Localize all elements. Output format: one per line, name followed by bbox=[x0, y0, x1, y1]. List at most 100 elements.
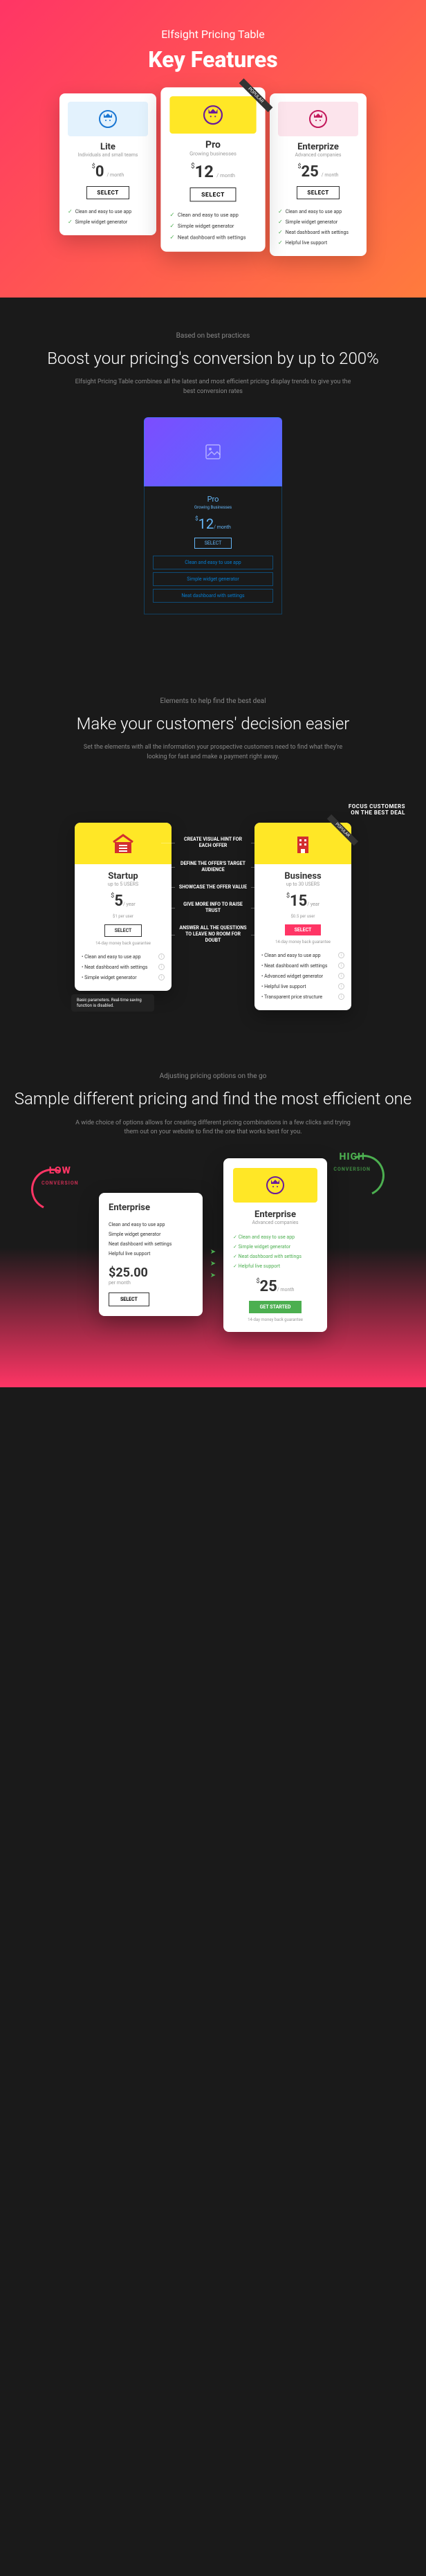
wireframe-feature: Clean and easy to use app bbox=[153, 556, 273, 569]
select-button[interactable]: SELECT bbox=[104, 924, 142, 937]
plan-icon-area bbox=[75, 823, 172, 864]
section-title: Sample different pricing and find the mo… bbox=[14, 1088, 412, 1110]
plan-name: Enterprise bbox=[109, 1203, 193, 1213]
feature-item: ✓Neat dashboard with settings bbox=[169, 232, 256, 243]
transition-arrows: ➤ ➤ ➤ bbox=[210, 1248, 216, 1279]
wireframe-feature: Simple widget generator bbox=[153, 572, 273, 586]
annotation: GIVE MORE INFO TO RAISE TRUST bbox=[178, 902, 248, 914]
check-icon: ✓ bbox=[68, 208, 73, 214]
check-icon: ✓ bbox=[278, 239, 283, 246]
feature-item: ✓Simple widget generator bbox=[169, 220, 256, 231]
king-icon bbox=[97, 108, 119, 130]
section-title: Make your customers' decision easier bbox=[21, 713, 405, 735]
check-icon: ✓ bbox=[169, 234, 174, 241]
plan-price: $25.00 bbox=[109, 1266, 193, 1280]
check-icon: ✓ bbox=[169, 223, 174, 230]
focus-hint-label: FOCUS CUSTOMERS ON THE BEST DEAL bbox=[21, 803, 405, 816]
feature-item: • Clean and easy to use appi bbox=[75, 951, 172, 962]
arrow-icon: ➤ bbox=[210, 1260, 216, 1268]
feature-item: Neat dashboard with settings bbox=[109, 1239, 193, 1249]
feature-item: Neat dashboard with settings bbox=[233, 1252, 317, 1261]
arrow-icon: ➤ bbox=[210, 1272, 216, 1279]
section-title: Boost your pricing's conversion by up to… bbox=[21, 348, 405, 369]
check-icon: ✓ bbox=[169, 211, 174, 218]
select-button[interactable]: SELECT bbox=[297, 186, 339, 199]
plan-subtitle: Advanced companies bbox=[278, 152, 358, 158]
hero-title: Key Features bbox=[14, 46, 412, 73]
feature-item: Clean and easy to use app bbox=[233, 1232, 317, 1242]
high-conversion-label: HIGHCONVERSION bbox=[333, 1151, 371, 1173]
wireframe-select-button: SELECT bbox=[194, 538, 232, 549]
info-icon[interactable]: i bbox=[338, 983, 344, 989]
check-icon: ✓ bbox=[278, 219, 283, 225]
plan-unit-price: $1 per user bbox=[75, 914, 172, 919]
plan-name: Enterprize bbox=[278, 142, 358, 152]
select-button[interactable]: SELECT bbox=[285, 924, 322, 935]
section-eyebrow: Based on best practices bbox=[21, 332, 405, 340]
high-conversion-card: Enterprise Advanced companies Clean and … bbox=[223, 1158, 327, 1332]
section-decision: Elements to help find the best deal Make… bbox=[0, 663, 426, 789]
plan-unit-price: $0.5 per user bbox=[254, 914, 351, 919]
info-icon[interactable]: i bbox=[338, 952, 344, 958]
plan-card-enterprize: Enterprize Advanced companies $25 / mont… bbox=[270, 93, 367, 256]
feature-item: • Advanced widget generatori bbox=[254, 971, 351, 981]
low-conversion-label: LOWCONVERSION bbox=[41, 1165, 79, 1187]
conversion-comparison: LOWCONVERSION HIGHCONVERSION Enterprise … bbox=[14, 1158, 412, 1332]
plan-card-business: POPULAR Business up to 30 USERS $15/ yea… bbox=[254, 823, 351, 1010]
guarantee-text: 14-day money back guarantee bbox=[75, 941, 172, 946]
info-icon[interactable]: i bbox=[338, 973, 344, 979]
annotation: DEFINE THE OFFER'S TARGET AUDIENCE bbox=[178, 861, 248, 873]
section-description: Elfsight Pricing Table combines all the … bbox=[75, 378, 351, 396]
info-icon[interactable]: i bbox=[158, 964, 165, 970]
price-period: per month bbox=[109, 1280, 193, 1286]
info-icon[interactable]: i bbox=[158, 974, 165, 980]
plan-subtitle: Individuals and small teams bbox=[68, 152, 148, 158]
info-icon[interactable]: i bbox=[338, 994, 344, 1000]
guarantee-text: 14-day money back guarantee bbox=[233, 1317, 317, 1322]
select-button[interactable]: SELECT bbox=[86, 186, 129, 199]
info-icon[interactable]: i bbox=[338, 962, 344, 969]
info-icon[interactable]: i bbox=[158, 953, 165, 960]
feature-item: ✓Neat dashboard with settings bbox=[278, 227, 358, 237]
wireframe-mockup: Pro Growing Businesses $12/ month SELECT… bbox=[144, 417, 282, 614]
annotation: CREATE VISUAL HINT FOR EACH OFFER bbox=[178, 837, 248, 849]
section-boost: Based on best practices Boost your prici… bbox=[0, 298, 426, 663]
king-icon bbox=[264, 1174, 286, 1196]
select-button[interactable]: SELECT bbox=[190, 188, 236, 202]
wireframe-plan-sub: Growing Businesses bbox=[153, 505, 273, 510]
feature-item: Simple widget generator bbox=[109, 1230, 193, 1239]
get-started-button[interactable]: GET STARTED bbox=[249, 1301, 302, 1313]
plan-name: Business bbox=[254, 871, 351, 881]
feature-item: • Helpful live supporti bbox=[254, 981, 351, 992]
garage-icon bbox=[112, 832, 134, 855]
plan-subtitle: up to 30 USERS bbox=[254, 881, 351, 887]
plan-card-startup: Startup up to 5 USERS $5/ year $1 per us… bbox=[75, 823, 172, 991]
section-eyebrow: Adjusting pricing options on the go bbox=[14, 1072, 412, 1080]
building-icon bbox=[292, 832, 314, 855]
wireframe-price: $12/ month bbox=[153, 515, 273, 532]
select-button[interactable]: SELECT bbox=[109, 1292, 149, 1306]
plan-subtitle: Growing businesses bbox=[169, 151, 256, 157]
plan-card-lite: Lite Individuals and small teams $0 / mo… bbox=[59, 93, 156, 235]
plan-subtitle: up to 5 USERS bbox=[75, 881, 172, 887]
plan-price: $25/ month bbox=[233, 1278, 317, 1295]
hero-subtitle: Elfsight Pricing Table bbox=[14, 28, 412, 41]
low-conversion-card: Enterprise Clean and easy to use app Sim… bbox=[99, 1193, 203, 1316]
plan-price: $15/ year bbox=[254, 893, 351, 910]
plan-icon-area bbox=[233, 1168, 317, 1203]
section-description: A wide choice of options allows for crea… bbox=[75, 1119, 351, 1138]
feature-item: ✓Simple widget generator bbox=[68, 217, 148, 227]
section-eyebrow: Elements to help find the best deal bbox=[21, 697, 405, 705]
plan-subtitle: Advanced companies bbox=[233, 1220, 317, 1225]
plan-icon-area bbox=[68, 102, 148, 136]
comparison-row: Startup up to 5 USERS $5/ year $1 per us… bbox=[0, 823, 426, 1038]
king-icon bbox=[307, 108, 329, 130]
plan-price: $0 / month bbox=[68, 163, 148, 181]
feature-item: ✓Helpful live support bbox=[278, 237, 358, 248]
guarantee-text: 14-day money back guarantee bbox=[254, 940, 351, 944]
check-icon: ✓ bbox=[278, 229, 283, 235]
check-icon: ✓ bbox=[278, 208, 283, 214]
feature-item: • Simple widget generatori bbox=[75, 972, 172, 983]
image-placeholder-icon bbox=[205, 444, 221, 460]
plan-price: $5/ year bbox=[75, 893, 172, 910]
